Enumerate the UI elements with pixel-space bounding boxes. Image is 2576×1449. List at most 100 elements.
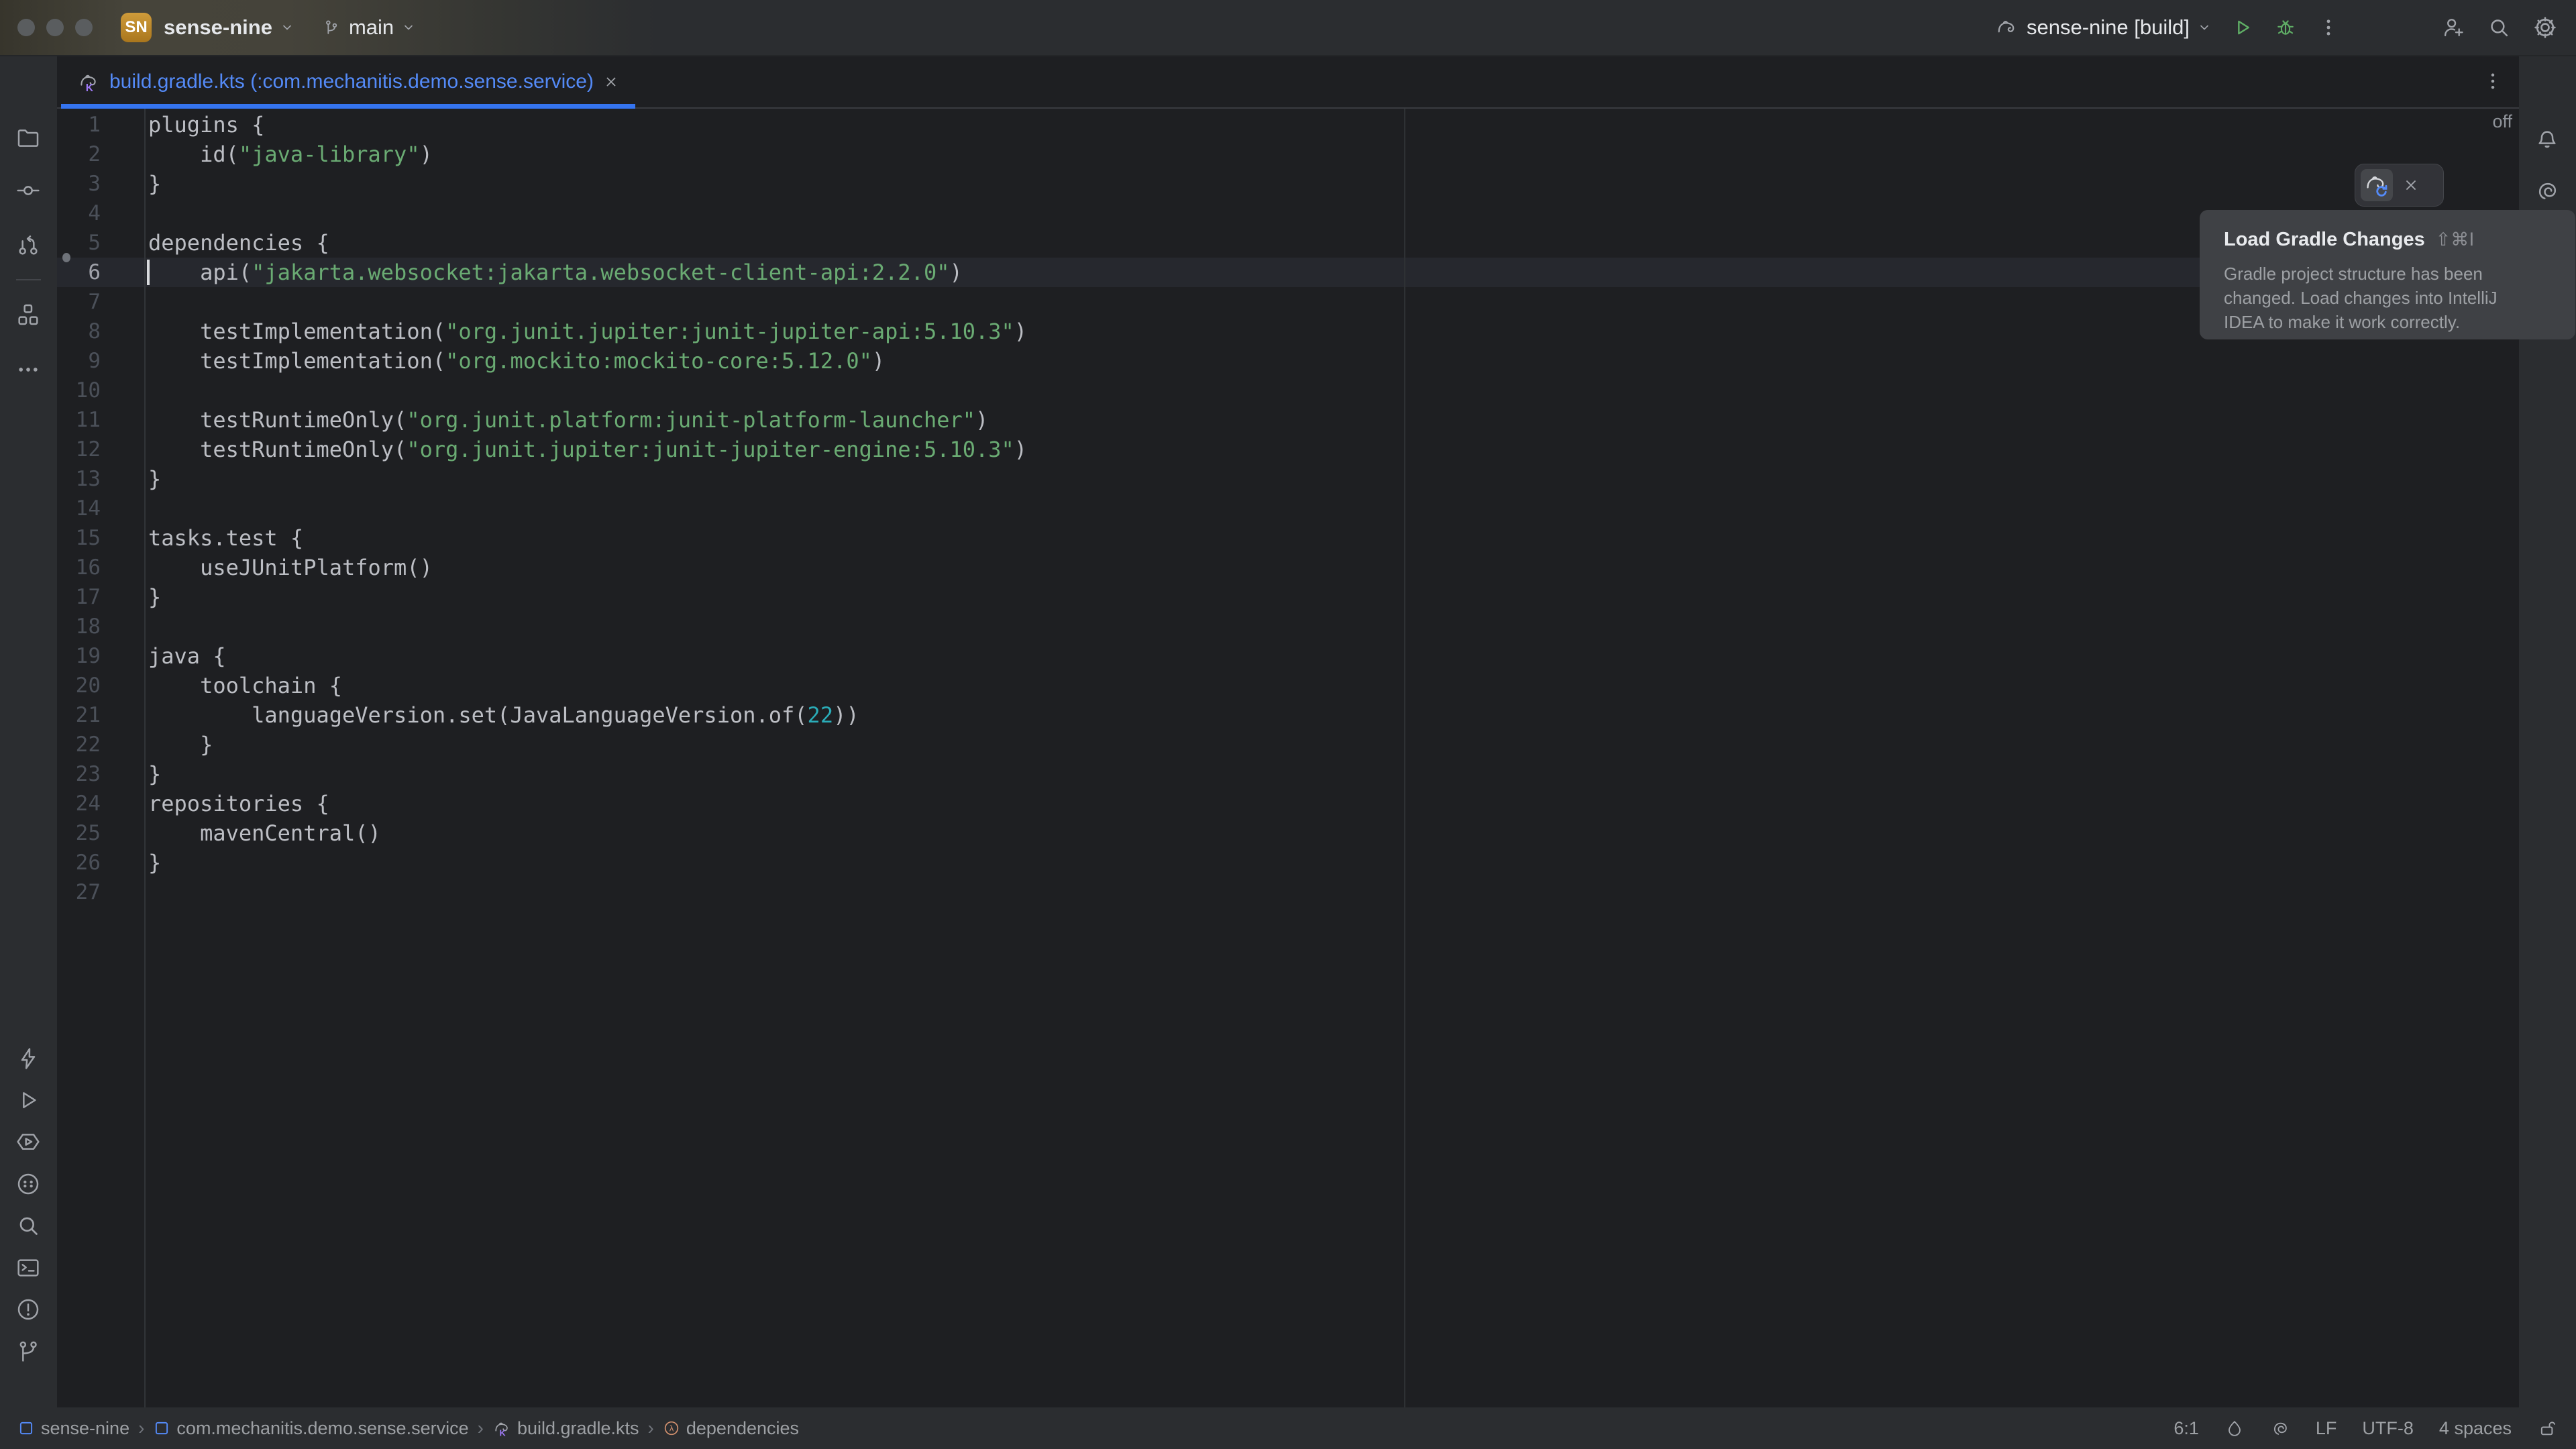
run-tool-icon[interactable]	[15, 1087, 42, 1114]
code-line[interactable]: 21 languageVersion.set(JavaLanguageVersi…	[57, 700, 2519, 730]
code-line[interactable]: 4	[57, 199, 2519, 228]
close-window-button[interactable]	[17, 19, 35, 36]
line-number: 4	[57, 199, 144, 228]
find-icon[interactable]	[15, 1212, 42, 1239]
debug-button[interactable]	[2274, 16, 2297, 39]
code-text: testRuntimeOnly("org.junit.platform:juni…	[144, 405, 988, 435]
zoom-window-button[interactable]	[75, 19, 93, 36]
code-text: languageVersion.set(JavaLanguageVersion.…	[144, 700, 859, 730]
unlock-icon[interactable]	[2537, 1418, 2557, 1438]
line-ending-widget[interactable]: LF	[2316, 1418, 2337, 1439]
breadcrumb-module[interactable]: sense-nine	[17, 1418, 129, 1439]
project-icon-badge[interactable]: SN	[121, 13, 152, 42]
structure-icon[interactable]	[15, 301, 42, 328]
code-line[interactable]: 11 testRuntimeOnly("org.junit.platform:j…	[57, 405, 2519, 435]
code-line[interactable]: 18	[57, 612, 2519, 641]
gradle-kotlin-file-icon: K	[492, 1419, 511, 1438]
more-tool-windows-icon[interactable]	[15, 356, 42, 383]
line-number: 11	[57, 405, 144, 435]
version-control-icon[interactable]	[15, 1338, 42, 1365]
code-editor[interactable]: 1plugins {2 id("java-library")3}45depend…	[57, 109, 2519, 1407]
commit-icon[interactable]	[15, 177, 42, 204]
breadcrumb-package[interactable]: com.mechanitis.demo.sense.service	[153, 1418, 468, 1439]
svg-text:λ: λ	[669, 1424, 674, 1433]
code-line[interactable]: 1plugins {	[57, 110, 2519, 140]
breadcrumb-file[interactable]: K build.gradle.kts	[492, 1418, 639, 1439]
run-button[interactable]	[2231, 16, 2254, 39]
tab-options-kebab-icon[interactable]	[2481, 70, 2504, 93]
breadcrumb-element[interactable]: λ dependencies	[663, 1418, 799, 1439]
code-lines: 1plugins {2 id("java-library")3}45depend…	[57, 110, 2519, 907]
more-actions-button[interactable]	[2317, 16, 2340, 39]
code-line[interactable]: 23}	[57, 759, 2519, 789]
settings-gear-button[interactable]	[2532, 14, 2559, 41]
code-line[interactable]: 12 testRuntimeOnly("org.junit.jupiter:ju…	[57, 435, 2519, 464]
line-number: 25	[57, 818, 144, 848]
line-number: 5	[57, 228, 144, 258]
minimize-window-button[interactable]	[46, 19, 64, 36]
search-everywhere-button[interactable]	[2486, 15, 2512, 40]
code-line[interactable]: 20 toolchain {	[57, 671, 2519, 700]
caret-position-widget[interactable]: 6:1	[2174, 1418, 2199, 1439]
line-number: 7	[57, 287, 144, 317]
gutter-change-marker[interactable]	[62, 253, 70, 262]
ide-window: SN sense-nine main sense-nine [build]	[0, 0, 2576, 1449]
profiler-icon[interactable]	[15, 1171, 42, 1197]
inspection-droplet-icon[interactable]	[2224, 1418, 2245, 1438]
window-controls[interactable]	[17, 19, 93, 36]
notification-title[interactable]: Load Gradle Changes	[2224, 229, 2425, 251]
code-line[interactable]: 14	[57, 494, 2519, 523]
encoding-widget[interactable]: UTF-8	[2362, 1418, 2414, 1439]
breadcrumbs: sense-nine › com.mechanitis.demo.sense.s…	[0, 1417, 799, 1439]
code-line[interactable]: 9 testImplementation("org.mockito:mockit…	[57, 346, 2519, 376]
line-number: 17	[57, 582, 144, 612]
indent-widget[interactable]: 4 spaces	[2439, 1418, 2512, 1439]
highlighting-level-widget[interactable]: off	[2492, 111, 2512, 132]
code-line[interactable]: 24repositories {	[57, 789, 2519, 818]
line-number: 20	[57, 671, 144, 700]
code-line[interactable]: 25 mavenCentral()	[57, 818, 2519, 848]
line-number: 2	[57, 140, 144, 169]
run-configuration-selector[interactable]: sense-nine [build]	[1994, 15, 2211, 40]
code-with-me-add-user-button[interactable]	[2440, 15, 2466, 40]
load-gradle-changes-notification[interactable]: Load Gradle Changes ⇧⌘I Gradle project s…	[2200, 210, 2575, 339]
code-text: testRuntimeOnly("org.junit.jupiter:junit…	[144, 435, 1027, 464]
code-text: }	[144, 730, 213, 759]
code-line[interactable]: 19java {	[57, 641, 2519, 671]
code-line[interactable]: 6 api("jakarta.websocket:jakarta.websock…	[57, 258, 2519, 287]
services-icon[interactable]	[15, 1128, 42, 1155]
problems-icon[interactable]	[15, 1296, 42, 1323]
code-line[interactable]: 22 }	[57, 730, 2519, 759]
close-tab-icon[interactable]	[603, 74, 619, 90]
line-number: 9	[57, 346, 144, 376]
code-text: testImplementation("org.mockito:mockito-…	[144, 346, 885, 376]
code-line[interactable]: 27	[57, 877, 2519, 907]
module-icon	[153, 1419, 170, 1437]
project-folder-icon[interactable]	[15, 124, 42, 151]
code-line[interactable]: 8 testImplementation("org.junit.jupiter:…	[57, 317, 2519, 346]
build-bolt-icon[interactable]	[15, 1045, 42, 1072]
code-text: plugins {	[144, 110, 264, 140]
ai-assistant-icon[interactable]	[2534, 177, 2561, 204]
notifications-bell-icon[interactable]	[2534, 124, 2561, 151]
pull-requests-icon[interactable]	[15, 231, 42, 258]
code-line[interactable]: 3}	[57, 169, 2519, 199]
ai-assistant-status-icon[interactable]	[2270, 1418, 2290, 1438]
code-line[interactable]: 10	[57, 376, 2519, 405]
code-line[interactable]: 2 id("java-library")	[57, 140, 2519, 169]
project-widget[interactable]: sense-nine	[164, 15, 294, 40]
dismiss-toolbar-icon[interactable]	[2402, 176, 2420, 194]
code-line[interactable]: 7	[57, 287, 2519, 317]
terminal-icon[interactable]	[15, 1254, 42, 1281]
load-gradle-changes-button[interactable]	[2361, 169, 2393, 201]
lambda-element-icon: λ	[663, 1419, 680, 1437]
code-line[interactable]: 17}	[57, 582, 2519, 612]
code-text: }	[144, 169, 161, 199]
code-line[interactable]: 13}	[57, 464, 2519, 494]
code-line[interactable]: 15tasks.test {	[57, 523, 2519, 553]
tab-build-gradle-kts[interactable]: K build.gradle.kts (:com.mechanitis.demo…	[61, 56, 635, 108]
code-line[interactable]: 26}	[57, 848, 2519, 877]
vcs-widget[interactable]: main	[322, 15, 415, 40]
code-line[interactable]: 5dependencies {	[57, 228, 2519, 258]
code-line[interactable]: 16 useJUnitPlatform()	[57, 553, 2519, 582]
